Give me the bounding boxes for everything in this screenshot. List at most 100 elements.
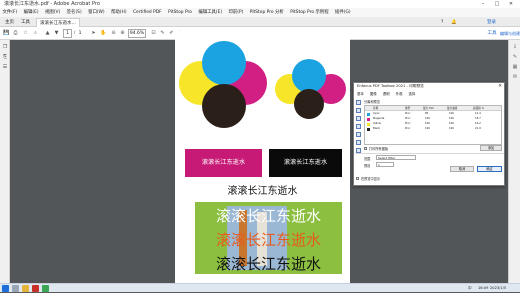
explorer-icon[interactable] [22, 285, 29, 292]
photo-line-2: 滚滚长江东逝水 [215, 231, 321, 249]
col-name: 名称 [373, 107, 379, 110]
save-icon[interactable]: 💾 [3, 29, 10, 38]
table-row[interactable]: Cyan Proc 85 100 12.4 [365, 112, 501, 117]
color-tool-icon[interactable] [356, 124, 361, 129]
hand-icon[interactable]: ✋ [100, 29, 107, 38]
photo-block: 滚滚长江东逝水 滚滚长江东逝水 滚滚长江东逝水 [195, 202, 342, 274]
dialog-close-icon[interactable]: ✕ [498, 83, 502, 90]
row-tac: 100 [425, 122, 430, 125]
organize-icon[interactable]: ▦ [512, 64, 518, 70]
menu-edit-tools[interactable]: 编辑工具(E) [196, 8, 225, 17]
layers-icon[interactable]: ☰ [2, 64, 8, 70]
dialog-tab-basic[interactable]: 基本 [357, 92, 364, 96]
photo-line-1: 滚滚长江东逝水 [215, 207, 321, 225]
object-tool-icon[interactable] [356, 132, 361, 137]
print-icon[interactable]: ⎙ [12, 29, 19, 38]
edit-pdf-icon[interactable]: ✎ [512, 54, 518, 60]
col-ink: 最大油墨 [447, 107, 458, 110]
tab-bar: 主页 工具 滚滚长江东逝水... ? 🔔 登录 [0, 17, 520, 27]
menu-prepress[interactable]: 印前(P) [226, 8, 246, 17]
menu-pitstop[interactable]: PitStop Pro [166, 8, 195, 17]
attachment-icon[interactable]: ⎘ [2, 54, 8, 60]
yellow-swatch [367, 123, 370, 126]
dialog-title: Enfocus PDF Toolbox 2021 - 印刷预览 [354, 83, 504, 90]
minimize-button[interactable]: – [476, 0, 490, 8]
zoom-in-icon[interactable]: ⊕ [119, 29, 126, 38]
menu-help[interactable]: 帮助(H) [109, 8, 130, 17]
dialog-tab-image[interactable]: 图像 [370, 92, 377, 96]
row-area: 12.4 [475, 112, 481, 115]
taskbar: 中 16:09 2023/1/5 [0, 283, 520, 292]
row-name: Black [373, 127, 381, 130]
window-titlebar: 滚滚长江东逝水.pdf - Adobe Acrobat Pro [0, 0, 520, 8]
menu-certified-pdf[interactable]: Certified PDF [130, 8, 164, 17]
range-select[interactable]: Select filter [376, 155, 416, 160]
login-button[interactable]: 登录 [484, 18, 499, 27]
bookmark-icon[interactable]: ❐ [2, 44, 8, 50]
menu-window[interactable]: 窗口(W) [86, 8, 108, 17]
col-tac: 最大 TAC [423, 107, 434, 110]
dialog-tab-transparency[interactable]: 透明 [383, 92, 390, 96]
tab-document[interactable]: 滚滚长江东逝水... [36, 18, 80, 27]
menu-pitstop-example[interactable]: PitStop Pro 示例程 [288, 8, 331, 17]
zoom-out-icon[interactable]: ⊖ [110, 29, 117, 38]
select-arrow-icon[interactable]: ➤ [90, 29, 97, 38]
separation-tool-icon[interactable] [356, 108, 361, 113]
table-row[interactable]: Magenta Proc 100 100 18.7 [365, 117, 501, 122]
table-row[interactable]: Yellow Proc 100 100 16.2 [365, 122, 501, 127]
star-icon[interactable]: ☆ [22, 29, 29, 38]
menu-plugins[interactable]: 插件(G) [333, 8, 354, 17]
row-tac: 100 [425, 127, 430, 130]
dialog-section-label: 分离和预览 [364, 100, 380, 104]
highlight-icon[interactable]: ✐ [168, 29, 175, 38]
row-area: 21.9 [475, 127, 481, 130]
preset-label: 预设 [364, 164, 371, 168]
print-all-checkbox[interactable] [364, 147, 367, 150]
ink-tool-icon[interactable] [356, 116, 361, 121]
prev-page-icon[interactable]: ▲ [44, 29, 51, 38]
menu-view[interactable]: 视图(V) [43, 8, 63, 17]
menu-pitstop-analysis[interactable]: PitStop Pro 分析 [247, 8, 286, 17]
preview-tool-icon[interactable] [356, 100, 361, 105]
search-taskbar-icon[interactable] [12, 285, 19, 292]
fit-page-icon[interactable]: ⊡ [150, 29, 157, 38]
help-icon[interactable]: ? [438, 18, 446, 27]
row-type: Proc [405, 117, 411, 120]
row-name: Magenta [373, 117, 385, 120]
text-tool-icon[interactable] [356, 140, 361, 145]
close-button[interactable]: ✕ [504, 0, 518, 8]
tab-home[interactable]: 主页 [2, 18, 17, 27]
table-row[interactable]: Black Proc 100 100 21.9 [365, 127, 501, 132]
maximize-button[interactable]: □ [490, 0, 504, 8]
show-preview-checkbox[interactable] [356, 177, 359, 180]
tools-link[interactable]: 工具 [486, 29, 498, 38]
comment-tool-icon[interactable]: ✉ [512, 74, 518, 80]
black-circle [202, 84, 246, 128]
export-icon[interactable]: ⇩ [512, 44, 518, 50]
tab-tools[interactable]: 工具 [18, 18, 33, 27]
search-icon[interactable]: ⌕ [32, 29, 39, 38]
next-page-icon[interactable]: ▼ [53, 29, 60, 38]
menu-sign[interactable]: 签名(S) [64, 8, 84, 17]
menu-edit[interactable]: 编辑(E) [21, 8, 41, 17]
menu-file[interactable]: 文件(F) [0, 8, 20, 17]
page-total: 1 [78, 31, 82, 36]
windows-start-icon[interactable] [2, 285, 9, 292]
black-circle-small [294, 89, 324, 119]
ok-button[interactable]: 确定 [477, 166, 502, 172]
add-button[interactable]: 添加 [480, 145, 502, 151]
cancel-button[interactable]: 取消 [450, 166, 474, 172]
browser-icon[interactable] [42, 285, 49, 292]
dialog-tab-select[interactable]: 选择 [408, 92, 415, 96]
preset-field[interactable]: 1 [376, 162, 394, 167]
range-label: 范围 [364, 157, 371, 161]
dialog-tab-appearance[interactable]: 外观 [396, 92, 403, 96]
zoom-select[interactable]: 94.6% [128, 29, 146, 38]
page-number-input[interactable]: 1 [63, 29, 72, 38]
acrobat-taskbar-icon[interactable] [32, 285, 39, 292]
edit-create-link[interactable]: 编辑与创建 [500, 29, 520, 38]
magenta-text-box: 滚滚长江东逝水 [185, 149, 262, 177]
bell-icon[interactable]: 🔔 [448, 18, 460, 27]
comment-icon[interactable]: ✎ [159, 29, 166, 38]
cyan-circle-small [292, 59, 326, 93]
